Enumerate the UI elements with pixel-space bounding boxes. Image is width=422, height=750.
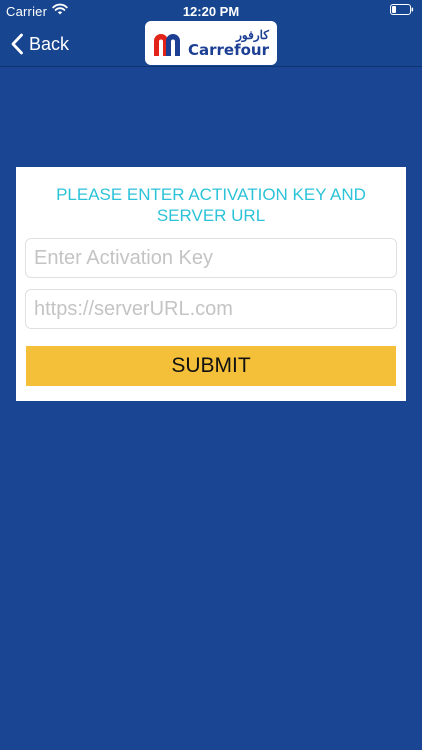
- status-bar: Carrier 12:20 PM: [0, 0, 422, 22]
- battery-icon: [390, 4, 414, 15]
- navigation-bar: Carrier 12:20 PM Back كارفور Carrefour: [0, 0, 422, 67]
- chevron-left-icon: [11, 33, 23, 55]
- activation-title: PLEASE ENTER ACTIVATION KEY AND SERVER U…: [16, 184, 406, 226]
- activation-title-line-2: SERVER URL: [156, 206, 266, 225]
- carrefour-logo-icon: [154, 34, 180, 56]
- activation-card: PLEASE ENTER ACTIVATION KEY AND SERVER U…: [16, 167, 406, 401]
- logo-latin-text: Carrefour: [188, 40, 270, 59]
- submit-button[interactable]: SUBMIT: [26, 346, 396, 386]
- server-url-input[interactable]: [25, 289, 397, 329]
- logo-arabic-text: كارفور: [236, 27, 270, 42]
- carrefour-logo: كارفور Carrefour: [145, 21, 277, 65]
- back-button[interactable]: Back: [10, 30, 69, 58]
- back-label: Back: [29, 33, 70, 54]
- activation-key-input[interactable]: [25, 238, 397, 278]
- clock-label: 12:20 PM: [182, 4, 240, 19]
- activation-title-line-1: PLEASE ENTER ACTIVATION KEY AND: [56, 185, 366, 204]
